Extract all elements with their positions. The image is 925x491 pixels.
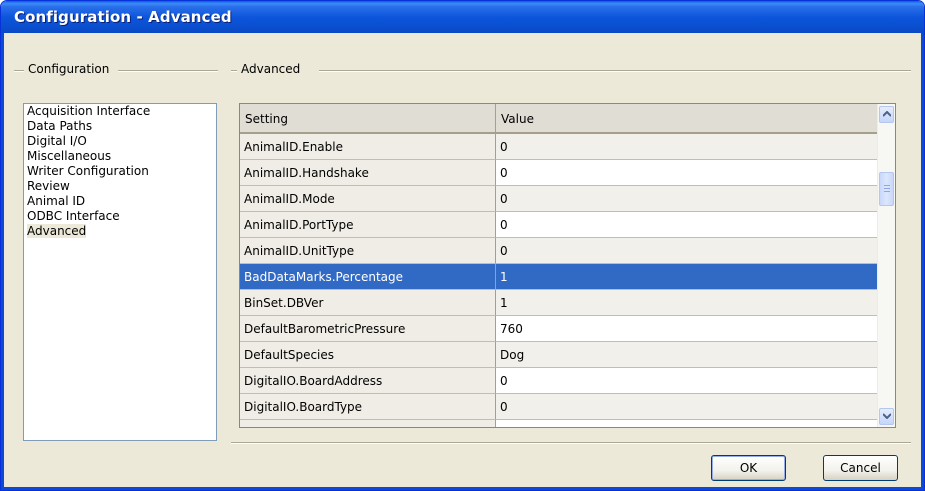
settings-grid[interactable]: Setting Value AnimalID.Enable 0 AnimalID…	[239, 103, 896, 428]
scroll-down-button[interactable]	[879, 408, 894, 425]
list-item-label: Writer Configuration	[27, 164, 149, 178]
title-bar[interactable]: Configuration - Advanced	[1, 1, 924, 33]
value-cell[interactable]: 1	[496, 290, 878, 316]
table-row[interactable]: AnimalID.UnitType 0	[240, 238, 878, 264]
window-frame-left	[1, 33, 4, 490]
chevron-up-icon	[883, 111, 891, 117]
grid-header: Setting Value	[240, 104, 878, 134]
window-title: Configuration - Advanced	[14, 8, 232, 26]
setting-cell[interactable]: BadDataMarks.Percentage	[240, 264, 496, 290]
table-row[interactable]: AnimalID.Mode 0	[240, 186, 878, 212]
list-item-digital-io[interactable]: Digital I/O	[24, 134, 216, 149]
table-row-selected[interactable]: BadDataMarks.Percentage 1	[240, 264, 878, 290]
setting-cell[interactable]: AnimalID.UnitType	[240, 238, 496, 264]
table-row[interactable]: DigitalIO.BoardType 0	[240, 394, 878, 420]
ok-button[interactable]: OK	[711, 455, 786, 481]
setting-cell[interactable]: DigitalIO.BoardAddress	[240, 368, 496, 394]
setting-cell[interactable]: AnimalID.Mode	[240, 186, 496, 212]
group-line	[118, 70, 218, 72]
setting-cell[interactable]: DefaultBarometricPressure	[240, 316, 496, 342]
table-row[interactable]: BinSet.DBVer 1	[240, 290, 878, 316]
list-item-odbc-interface[interactable]: ODBC Interface	[24, 209, 216, 224]
table-row[interactable]: AnimalID.PortType 0	[240, 212, 878, 238]
window-frame-right	[921, 33, 924, 490]
list-item-label: Review	[27, 179, 70, 193]
list-item-advanced[interactable]: Advanced	[24, 224, 216, 239]
value-cell[interactable]: 760	[496, 316, 878, 342]
scroll-thumb[interactable]	[879, 172, 894, 206]
setting-cell[interactable]: DefaultSpecies	[240, 342, 496, 368]
column-header-value[interactable]: Value	[496, 104, 878, 132]
list-item-label: Animal ID	[27, 194, 86, 208]
table-row[interactable]: DigitalIO.BoardAddress 0	[240, 368, 878, 394]
setting-cell[interactable]: AnimalID.Enable	[240, 134, 496, 160]
table-row[interactable]: AnimalID.Enable 0	[240, 134, 878, 160]
setting-cell[interactable]: AnimalID.Handshake	[240, 160, 496, 186]
window-frame-bottom	[1, 487, 924, 490]
thumb-grip	[884, 191, 890, 192]
cancel-button[interactable]: Cancel	[823, 455, 898, 481]
value-cell[interactable]: Dog	[496, 342, 878, 368]
chevron-down-icon	[883, 413, 891, 419]
setting-cell[interactable]: AnimalID.PortType	[240, 212, 496, 238]
configuration-group-label: Configuration	[24, 62, 114, 76]
thumb-grip	[884, 185, 890, 186]
table-row[interactable]: DefaultSpecies Dog	[240, 342, 878, 368]
list-item-label: Data Paths	[27, 119, 93, 133]
advanced-group-label: Advanced	[237, 62, 305, 76]
vertical-scrollbar[interactable]	[877, 104, 895, 427]
list-item-animal-id[interactable]: Animal ID	[24, 194, 216, 209]
configuration-list[interactable]: Acquisition Interface Data Paths Digital…	[23, 103, 217, 441]
value-cell[interactable]: 0	[496, 134, 878, 160]
list-item-writer-configuration[interactable]: Writer Configuration	[24, 164, 216, 179]
list-item-miscellaneous[interactable]: Miscellaneous	[24, 149, 216, 164]
table-row[interactable]: DefaultBarometricPressure 760	[240, 316, 878, 342]
value-cell[interactable]: 0	[496, 238, 878, 264]
group-line	[319, 70, 911, 72]
list-item-acquisition-interface[interactable]: Acquisition Interface	[24, 104, 216, 119]
value-cell[interactable]: 0	[496, 160, 878, 186]
list-item-data-paths[interactable]: Data Paths	[24, 119, 216, 134]
value-cell	[496, 420, 878, 427]
list-item-label: Advanced	[27, 224, 87, 238]
column-header-setting[interactable]: Setting	[240, 104, 496, 132]
table-row[interactable]: AnimalID.Handshake 0	[240, 160, 878, 186]
table-row-partial	[240, 420, 878, 427]
group-line	[14, 70, 24, 72]
list-item-label: Digital I/O	[27, 134, 87, 148]
value-cell[interactable]: 0	[496, 368, 878, 394]
configuration-dialog: Configuration - Advanced Configuration A…	[0, 0, 925, 491]
list-item-review[interactable]: Review	[24, 179, 216, 194]
value-cell[interactable]: 0	[496, 186, 878, 212]
list-item-label: ODBC Interface	[27, 209, 120, 223]
setting-cell[interactable]: DigitalIO.BoardType	[240, 394, 496, 420]
button-separator	[231, 442, 911, 444]
value-cell[interactable]: 0	[496, 394, 878, 420]
value-cell[interactable]: 0	[496, 212, 878, 238]
setting-cell	[240, 420, 496, 427]
scroll-up-button[interactable]	[879, 106, 894, 123]
thumb-grip	[884, 188, 890, 189]
list-item-label: Miscellaneous	[27, 149, 112, 163]
setting-cell[interactable]: BinSet.DBVer	[240, 290, 496, 316]
value-cell[interactable]: 1	[496, 264, 878, 290]
list-item-label: Acquisition Interface	[27, 104, 151, 118]
